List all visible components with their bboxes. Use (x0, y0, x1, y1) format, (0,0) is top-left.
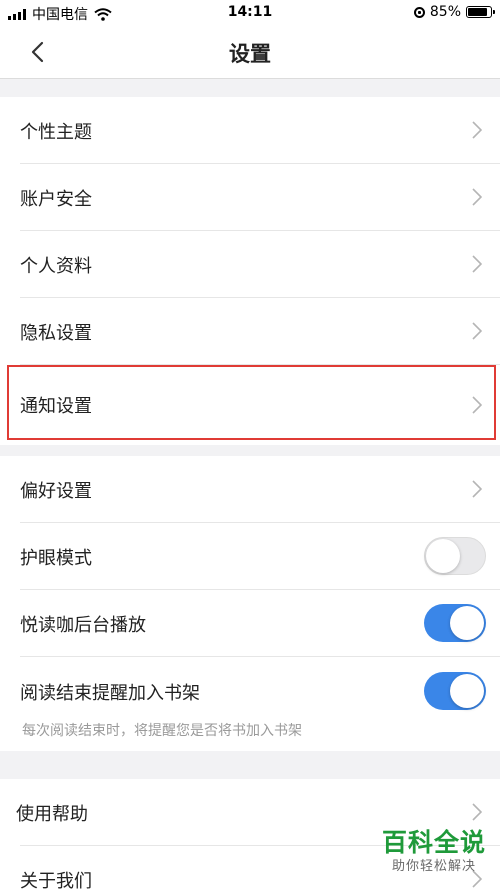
watermark: 百科全说 助你轻松解决 (382, 828, 486, 876)
row-eye-protection: 护眼模式 (0, 523, 500, 590)
row-label: 护眼模式 (20, 547, 92, 569)
rotation-lock-icon (413, 6, 425, 18)
toggle-knob (426, 539, 460, 573)
battery-percent: 85% (429, 4, 461, 20)
chevron-right-icon (472, 322, 482, 340)
row-privacy-settings[interactable]: 隐私设置 (0, 298, 500, 365)
watermark-subtitle: 助你轻松解决 (391, 859, 476, 874)
eye-protection-toggle[interactable] (424, 537, 486, 575)
row-label: 关于我们 (20, 870, 92, 889)
chevron-right-icon (472, 121, 482, 139)
toggle-knob (450, 674, 484, 708)
battery-icon (466, 6, 495, 18)
background-playback-toggle[interactable] (424, 604, 486, 642)
toggle-knob (450, 606, 484, 640)
status-right: 85% (413, 4, 495, 20)
row-label: 使用帮助 (16, 803, 88, 825)
watermark-title: 百科全说 (381, 828, 486, 857)
chevron-right-icon (472, 255, 482, 273)
chevron-right-icon (472, 188, 482, 206)
row-account-security[interactable]: 账户安全 (0, 164, 500, 231)
chevron-right-icon (472, 480, 482, 498)
status-bar: 中国电信 14:11 85% (0, 0, 500, 26)
row-description: 每次阅读结束时，将提醒您是否将书加入书架 (22, 723, 302, 739)
bookshelf-reminder-toggle[interactable] (424, 672, 486, 710)
row-personal-info[interactable]: 个人资料 (0, 231, 500, 298)
row-bookshelf-reminder: 阅读结束提醒加入书架 每次阅读结束时，将提醒您是否将书加入书架 (0, 657, 500, 751)
battery-fill (468, 8, 487, 16)
row-label: 阅读结束提醒加入书架 (20, 683, 200, 704)
row-personal-theme[interactable]: 个性主题 (0, 97, 500, 164)
chevron-right-icon (472, 803, 482, 821)
highlight-box (7, 365, 496, 440)
settings-group-reading: 偏好设置 护眼模式 悦读咖后台播放 阅读结束提醒加入书架 每次阅读结束时，将提醒… (0, 456, 500, 751)
nav-bar: 设置 (0, 26, 500, 79)
row-label: 个性主题 (20, 121, 92, 143)
row-label: 隐私设置 (20, 322, 92, 344)
row-label: 悦读咖后台播放 (20, 614, 146, 636)
page-title: 设置 (229, 42, 271, 66)
row-background-playback: 悦读咖后台播放 (0, 590, 500, 657)
row-label: 个人资料 (20, 255, 92, 277)
row-label: 偏好设置 (20, 480, 92, 502)
row-label: 账户安全 (20, 188, 92, 210)
row-preference-settings[interactable]: 偏好设置 (0, 456, 500, 523)
